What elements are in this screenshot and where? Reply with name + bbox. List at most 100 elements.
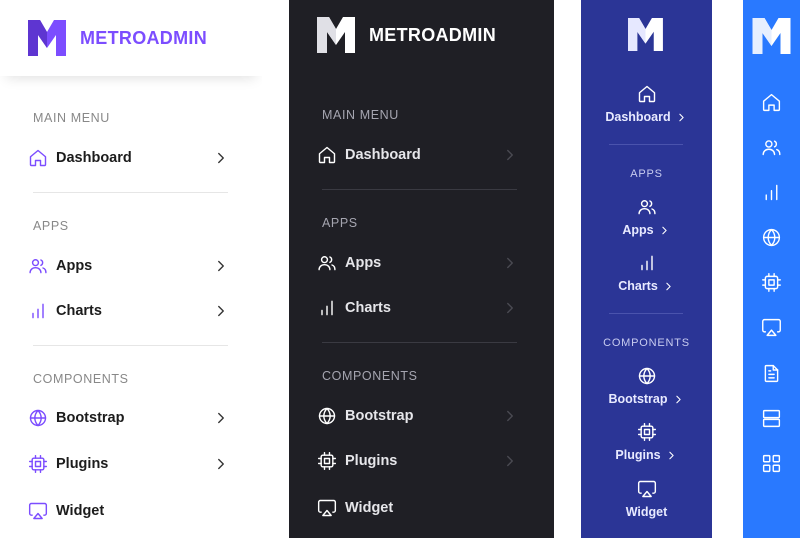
sidebar-item-label: Widget [345, 500, 394, 516]
cpu-icon [637, 422, 657, 442]
sidebar-item-label: Apps [56, 258, 93, 274]
section-apps: APPS [33, 219, 69, 233]
chevron-right-icon [212, 409, 230, 427]
metroadmin-logo [28, 20, 66, 56]
sidebar-item-label: Widget [56, 503, 105, 519]
sidebar-item-widget[interactable]: Widget [317, 496, 527, 520]
sidebar-item-label: Bootstrap [345, 408, 414, 424]
chevron-right-icon [675, 111, 688, 124]
metroadmin-logo [317, 17, 355, 53]
globe-icon[interactable] [761, 227, 782, 248]
chevron-right-icon [212, 455, 230, 473]
divider [609, 144, 683, 145]
sidebar-item-widget[interactable]: Widget [28, 499, 238, 523]
section-apps: APPS [630, 168, 663, 180]
sidebar-item-label: Dashboard [605, 110, 671, 124]
sidebar-item-bootstrap[interactable]: Bootstrap [317, 404, 527, 428]
sidebar-dark: METROADMIN MAIN MENU Dashboard APPS Apps… [289, 0, 554, 538]
divider [609, 313, 683, 314]
home-icon [317, 145, 337, 165]
globe-icon [28, 408, 48, 428]
users-icon[interactable] [761, 137, 782, 158]
users-icon [317, 253, 337, 273]
brand-header[interactable]: METROADMIN [0, 0, 262, 76]
sidebar-item-label: Plugins [615, 448, 661, 462]
sidebar-item-dashboard[interactable]: Dashboard [317, 143, 527, 167]
sidebar-item-charts[interactable]: Charts [28, 299, 238, 323]
chevron-right-icon [658, 224, 671, 237]
sidebar-compact: Dashboard APPS Apps Charts COMPONENTS Bo… [581, 0, 712, 538]
sidebar-item-dashboard[interactable]: Dashboard [28, 146, 238, 170]
sidebar-item-label: Plugins [56, 456, 109, 472]
sidebar-item-charts[interactable]: Charts [317, 296, 527, 320]
airplay-icon [28, 501, 48, 521]
sidebar-item-label: Apps [622, 223, 654, 237]
brand-name: METROADMIN [369, 24, 496, 45]
sidebar-item-plugins[interactable]: Plugins [581, 422, 712, 462]
users-icon [28, 256, 48, 276]
sidebar-item-label: Plugins [345, 453, 398, 469]
sidebar-item-label: Charts [56, 303, 102, 319]
file-text-icon[interactable] [761, 363, 782, 384]
chevron-right-icon [212, 149, 230, 167]
brand-header[interactable] [752, 18, 791, 54]
bar-chart-icon [637, 253, 657, 273]
sidebar-item-label: Charts [618, 279, 658, 293]
sidebar-item-label: Bootstrap [56, 410, 125, 426]
sidebar-item-apps[interactable]: Apps [581, 197, 712, 237]
divider [33, 345, 228, 346]
sidebar-item-label: Widget [625, 505, 668, 519]
server-icon[interactable] [761, 408, 782, 429]
chevron-right-icon [501, 407, 519, 425]
sidebar-light: METROADMIN MAIN MENU Dashboard APPS Apps… [0, 0, 262, 538]
sidebar-item-plugins[interactable]: Plugins [317, 449, 527, 473]
sidebar-item-plugins[interactable]: Plugins [28, 452, 238, 476]
metroadmin-logo [752, 18, 791, 54]
grid-icon[interactable] [761, 453, 782, 474]
sidebar-item-apps[interactable]: Apps [28, 254, 238, 278]
section-main-menu: MAIN MENU [322, 108, 399, 122]
section-components: COMPONENTS [603, 337, 690, 349]
sidebar-item-label: Bootstrap [608, 392, 668, 406]
divider [322, 189, 517, 190]
airplay-icon [637, 479, 657, 499]
chevron-right-icon [501, 452, 519, 470]
chevron-right-icon [672, 393, 685, 406]
sidebar-item-apps[interactable]: Apps [317, 251, 527, 275]
sidebar-item-bootstrap[interactable]: Bootstrap [581, 366, 712, 406]
sidebar-item-label: Dashboard [56, 150, 132, 166]
chevron-right-icon [212, 257, 230, 275]
sidebar-item-label: Dashboard [345, 147, 421, 163]
section-main-menu: MAIN MENU [33, 111, 110, 125]
globe-icon [637, 366, 657, 386]
sidebar-variants-showcase: METROADMIN MAIN MENU Dashboard APPS Apps… [0, 0, 800, 538]
section-components: COMPONENTS [322, 369, 418, 383]
users-icon [637, 197, 657, 217]
brand-header[interactable] [628, 18, 663, 51]
sidebar-item-label: Charts [345, 300, 391, 316]
home-icon[interactable] [761, 92, 782, 113]
sidebar-item-charts[interactable]: Charts [581, 253, 712, 293]
airplay-icon [317, 498, 337, 518]
cpu-icon[interactable] [761, 272, 782, 293]
sidebar-item-widget[interactable]: Widget [581, 479, 712, 519]
home-icon [637, 84, 657, 104]
chevron-right-icon [665, 449, 678, 462]
section-apps: APPS [322, 216, 358, 230]
airplay-icon[interactable] [761, 317, 782, 338]
bar-chart-icon[interactable] [761, 182, 782, 203]
home-icon [28, 148, 48, 168]
chevron-right-icon [501, 146, 519, 164]
sidebar-item-bootstrap[interactable]: Bootstrap [28, 406, 238, 430]
sidebar-item-label: Apps [345, 255, 382, 271]
brand-header[interactable]: METROADMIN [289, 0, 554, 70]
cpu-icon [28, 454, 48, 474]
chevron-right-icon [501, 254, 519, 272]
chevron-right-icon [662, 280, 675, 293]
sidebar-item-dashboard[interactable]: Dashboard [581, 84, 712, 124]
section-components: COMPONENTS [33, 372, 129, 386]
divider [322, 342, 517, 343]
globe-icon [317, 406, 337, 426]
bar-chart-icon [317, 298, 337, 318]
cpu-icon [317, 451, 337, 471]
